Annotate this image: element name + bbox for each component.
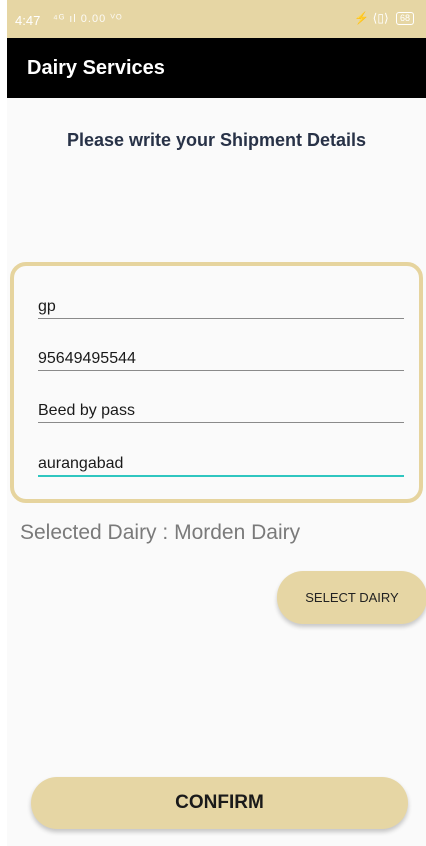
address-field[interactable] [38, 400, 404, 423]
page-subtitle: Please write your Shipment Details [66, 130, 367, 150]
battery-icon: 68 [395, 12, 414, 26]
confirm-button[interactable]: CONFIRM [31, 777, 408, 829]
app-bar: Dairy Services [7, 38, 426, 98]
status-bar: 4:47 ⁴ᴳ ıl 0.00 ⱽᴼ ⚡ ⟨▯⟩ 68 [7, 0, 426, 38]
city-field[interactable] [38, 453, 404, 477]
wifi-icon: ⚡ [354, 11, 370, 25]
phone-field[interactable] [38, 348, 404, 371]
signal-icon: ⁴ᴳ ıl 0.00 ⱽᴼ [53, 13, 123, 25]
selected-dairy-value: Morden Dairy [174, 521, 301, 544]
name-field[interactable] [38, 296, 404, 319]
app-screen: 4:47 ⁴ᴳ ıl 0.00 ⱽᴼ ⚡ ⟨▯⟩ 68 Dairy Servic… [7, 0, 426, 846]
vibrate-icon: ⟨▯⟩ [372, 11, 389, 25]
shipment-form-card [10, 262, 423, 503]
status-icons: ⚡ ⟨▯⟩ 68 [354, 11, 414, 26]
selected-dairy-text: Selected Dairy : Morden Dairy [20, 521, 300, 545]
select-dairy-button[interactable]: SELECT DAIRY [277, 571, 426, 624]
status-time: 4:47 [15, 13, 41, 28]
selected-dairy-label: Selected Dairy : [20, 521, 169, 544]
app-title: Dairy Services [27, 57, 165, 79]
